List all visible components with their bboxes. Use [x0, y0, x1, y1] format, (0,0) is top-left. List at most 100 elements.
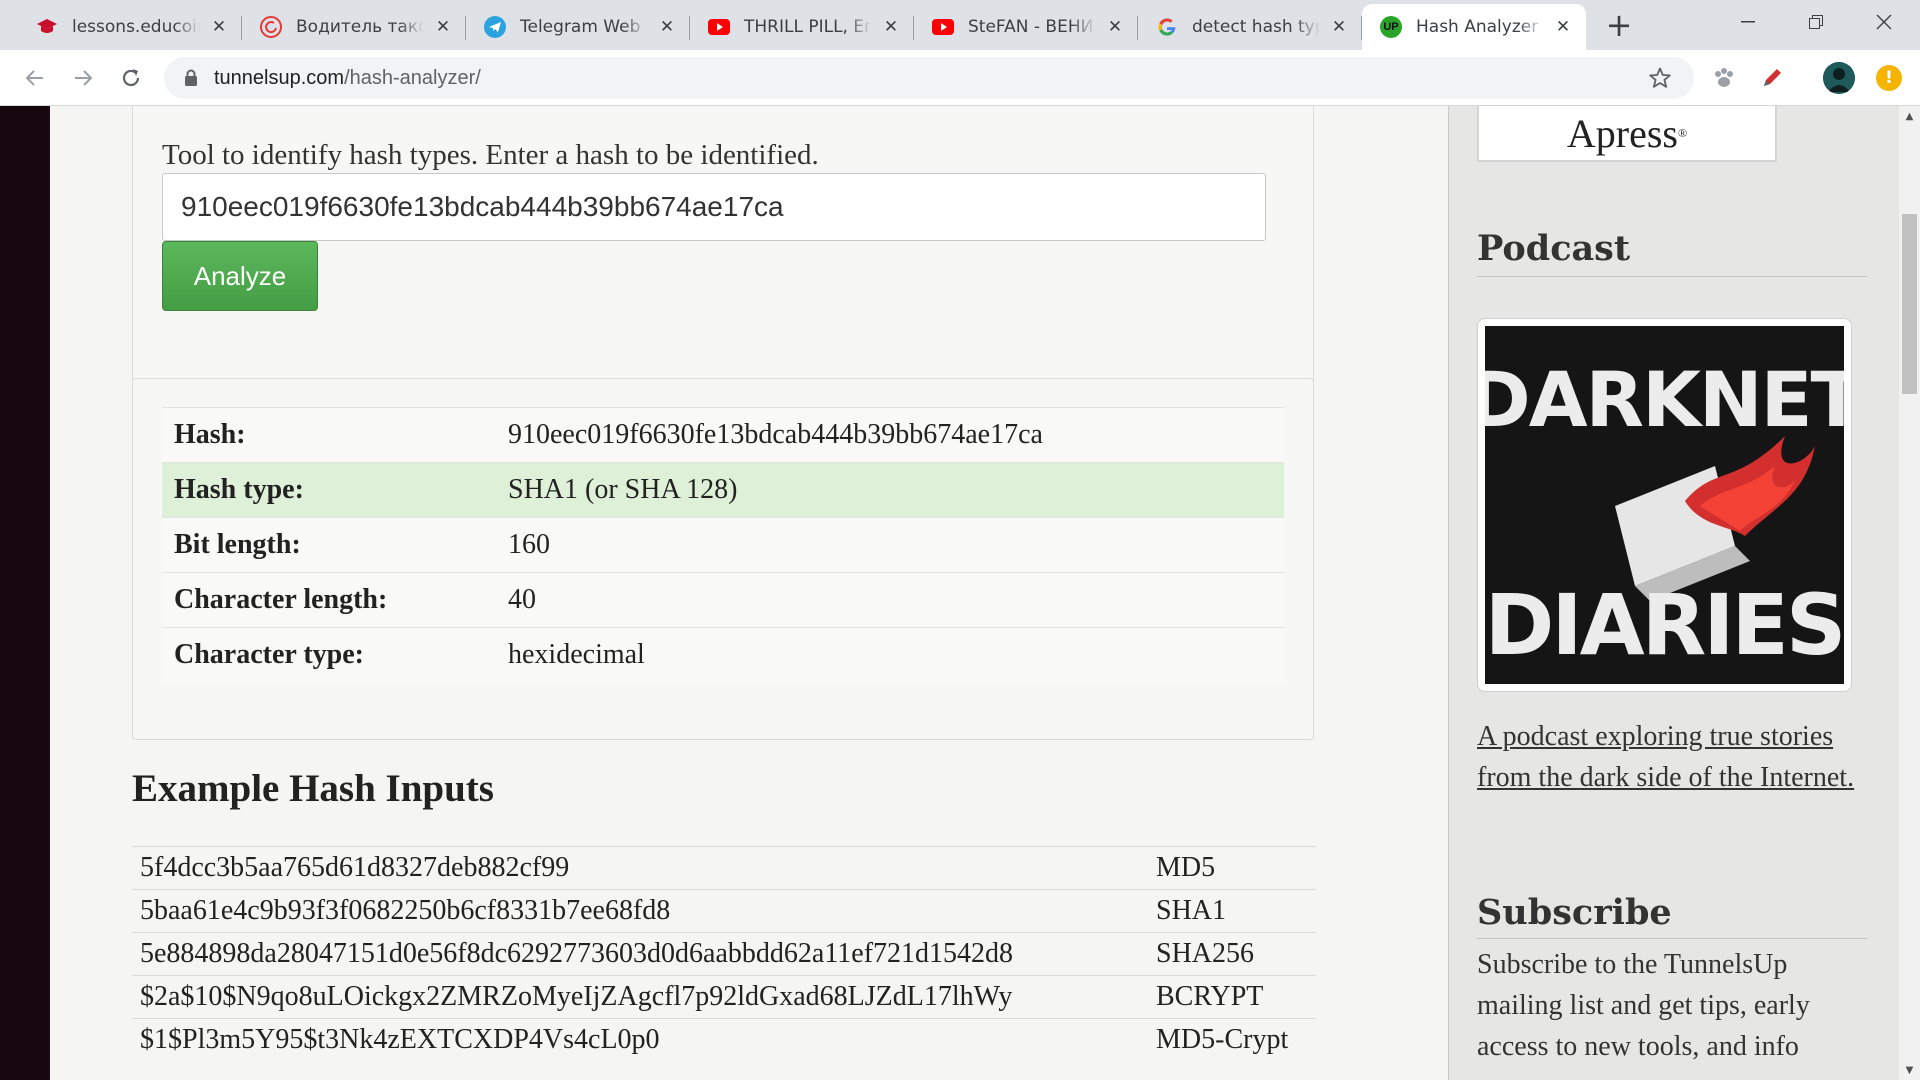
podcast-cover[interactable]: DARKNET DIARIES: [1477, 318, 1852, 692]
example-type: SHA256: [1156, 938, 1255, 969]
podcast-heading: Podcast: [1477, 228, 1631, 269]
example-row: $2a$10$N9qo8uLOickgx2ZMRZoMyeIjZAgcfl7p9…: [132, 975, 1316, 1018]
result-row-character-type: Character type: hexidecimal: [162, 627, 1284, 682]
tab-stefan[interactable]: SteFAN - ВЕНИ ✕: [914, 4, 1138, 50]
tab-hash-analyzer[interactable]: UP Hash Analyzer - ✕: [1362, 4, 1586, 50]
url-text[interactable]: tunnelsup.com/hash-analyzer/: [214, 67, 481, 90]
tool-description: Tool to identify hash types. Enter a has…: [162, 139, 819, 171]
result-value: 160: [508, 529, 550, 560]
close-icon[interactable]: ✕: [656, 16, 678, 38]
tab-title: SteFAN - ВЕНИ: [968, 17, 1094, 37]
divider: [1477, 938, 1867, 939]
new-tab-button[interactable]: +: [1603, 9, 1635, 42]
tab-title: detect hash type: [1192, 17, 1320, 37]
subscribe-text: Subscribe to the TunnelsUp mailing list …: [1477, 949, 1810, 1062]
close-icon[interactable]: ✕: [208, 16, 230, 38]
address-bar[interactable]: tunnelsup.com/hash-analyzer/: [164, 57, 1694, 99]
tab-thrill-pill[interactable]: THRILL PILL, Eго ✕: [690, 4, 914, 50]
url-host: tunnelsup.com: [214, 67, 345, 89]
minimize-button[interactable]: [1714, 0, 1782, 44]
scrollbar-thumb[interactable]: [1902, 214, 1917, 394]
hash-input[interactable]: [162, 173, 1266, 241]
cover-title-top: DARKNET: [1485, 355, 1844, 444]
tab-google-search[interactable]: detect hash type ✕: [1138, 4, 1362, 50]
examples-table: 5f4dcc3b5aa765d61d8327deb882cf99 MD5 5ba…: [132, 846, 1316, 1061]
main-content: Tool to identify hash types. Enter a has…: [50, 106, 1899, 1080]
refresh-circle-icon: [260, 16, 282, 38]
update-alert-icon[interactable]: !: [1876, 65, 1902, 91]
tab-taxi[interactable]: Водитель такси ✕: [242, 4, 466, 50]
example-hash: 5e884898da28047151d0e56f8dc6292773603d0d…: [140, 938, 1014, 969]
result-value: 910eec019f6630fe13bdcab444b39bb674ae17ca: [508, 419, 1043, 450]
vertical-scrollbar[interactable]: ▲ ▼: [1899, 106, 1920, 1080]
youtube-icon: [708, 16, 730, 38]
left-margin: [0, 106, 48, 1080]
browser-toolbar: tunnelsup.com/hash-analyzer/ !: [0, 50, 1920, 106]
url-path: /hash-analyzer/: [344, 67, 481, 89]
minimize-icon: [1741, 21, 1755, 23]
close-icon[interactable]: ✕: [1552, 16, 1574, 38]
close-window-button[interactable]: [1850, 0, 1918, 44]
result-row-character-length: Character length: 40: [162, 572, 1284, 627]
example-hash: $1$Pl3m5Y95$t3Nk4zEXTCXDP4Vs4cL0p0: [140, 1024, 660, 1055]
paw-extension-icon[interactable]: [1710, 64, 1738, 92]
close-window-icon: [1876, 14, 1892, 30]
result-value: hexidecimal: [508, 639, 645, 670]
example-hash: 5baa61e4c9b93f3f0682250b6cf8331b7ee68fd8: [140, 895, 671, 926]
result-label: Character length:: [174, 584, 388, 615]
apress-logo: Apress: [1566, 110, 1678, 156]
result-row-hash: Hash: 910eec019f6630fe13bdcab444b39bb674…: [162, 407, 1284, 462]
example-type: MD5-Crypt: [1156, 1024, 1289, 1055]
result-value: 40: [508, 584, 536, 615]
arrow-left-icon: [25, 70, 43, 86]
sidebar: Apress ® Podcast DARKNET DIARIES A podcas…: [1448, 106, 1899, 1080]
example-row: $1$Pl3m5Y95$t3Nk4zEXTCXDP4Vs4cL0p0 MD5-C…: [132, 1018, 1316, 1061]
example-type: SHA1: [1156, 895, 1227, 926]
scroll-down-arrow-icon[interactable]: ▼: [1899, 1062, 1920, 1078]
example-hash: $2a$10$N9qo8uLOickgx2ZMRZoMyeIjZAgcfl7p9…: [140, 981, 1013, 1012]
result-label: Hash:: [174, 419, 246, 450]
subscribe-heading: Subscribe: [1477, 892, 1672, 933]
close-icon[interactable]: ✕: [880, 16, 902, 38]
reload-button[interactable]: [114, 61, 148, 95]
close-icon[interactable]: ✕: [1104, 16, 1126, 38]
example-row: 5e884898da28047151d0e56f8dc6292773603d0d…: [132, 932, 1316, 975]
forward-button[interactable]: [66, 61, 100, 95]
result-panel: Hash: 910eec019f6630fe13bdcab444b39bb674…: [132, 378, 1314, 740]
google-icon: [1156, 16, 1178, 38]
example-type: BCRYPT: [1156, 981, 1264, 1012]
example-type: MD5: [1156, 852, 1216, 883]
up-logo-icon: UP: [1380, 16, 1402, 38]
podcast-link[interactable]: A podcast exploring true stories from th…: [1477, 716, 1877, 798]
tab-title: THRILL PILL, Eго: [744, 17, 872, 37]
analyze-button[interactable]: Analyze: [162, 241, 318, 311]
telegram-icon: [484, 16, 506, 38]
page-viewport: Tool to identify hash types. Enter a has…: [0, 106, 1899, 1080]
bookmark-star-icon[interactable]: [1648, 66, 1672, 90]
tab-lessons[interactable]: lessons.educoin ✕: [18, 4, 242, 50]
close-icon[interactable]: ✕: [1328, 16, 1350, 38]
example-row: 5baa61e4c9b93f3f0682250b6cf8331b7ee68fd8…: [132, 889, 1316, 932]
tab-title: Водитель такси: [296, 17, 424, 37]
result-table: Hash: 910eec019f6630fe13bdcab444b39bb674…: [162, 407, 1284, 682]
scroll-up-arrow-icon[interactable]: ▲: [1899, 108, 1920, 124]
arrow-right-icon: [75, 70, 93, 86]
tab-title: Hash Analyzer -: [1416, 17, 1544, 37]
pen-extension-icon[interactable]: [1758, 64, 1786, 92]
back-button[interactable]: [18, 61, 52, 95]
restore-button[interactable]: [1782, 0, 1850, 44]
result-label: Bit length:: [174, 529, 301, 560]
avatar-icon: [1823, 62, 1855, 94]
result-row-hash-type: Hash type: SHA1 (or SHA 128): [162, 462, 1284, 517]
profile-avatar[interactable]: [1823, 62, 1855, 94]
example-row: 5f4dcc3b5aa765d61d8327deb882cf99 MD5: [132, 846, 1316, 889]
result-label: Hash type:: [174, 474, 304, 505]
close-icon[interactable]: ✕: [432, 16, 454, 38]
result-label: Character type:: [174, 639, 364, 670]
tab-title: Telegram Web: [520, 17, 641, 37]
tab-telegram[interactable]: Telegram Web ✕: [466, 4, 690, 50]
example-hash: 5f4dcc3b5aa765d61d8327deb882cf99: [140, 852, 570, 883]
reload-icon: [122, 69, 140, 87]
apress-ad[interactable]: Apress ®: [1477, 106, 1777, 162]
restore-icon: [1809, 15, 1823, 29]
